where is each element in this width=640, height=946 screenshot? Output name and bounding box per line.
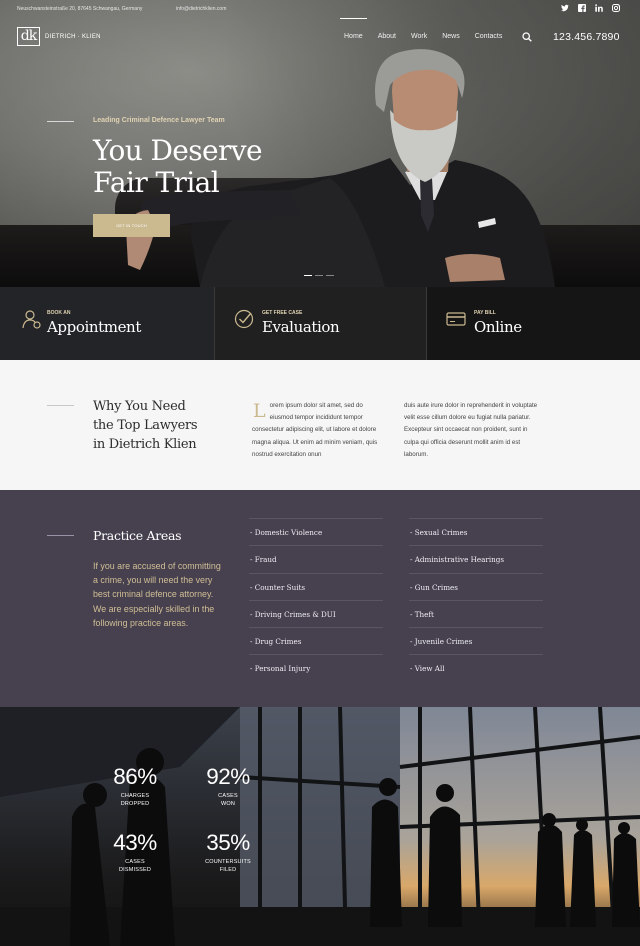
pay-big: Online: [474, 318, 522, 336]
why-title-line-1: Why You Need: [93, 399, 186, 414]
practice-item[interactable]: - Fraud: [249, 545, 383, 572]
top-info-bar: Neuschwansteinstraße 20, 87645 Schwangau…: [0, 0, 640, 18]
check-circle-icon: [234, 309, 254, 329]
nav-item-contacts[interactable]: Contacts: [475, 33, 503, 40]
hero-kicker: Leading Criminal Defence Lawyer Team: [93, 117, 225, 124]
stat-number: 35%: [206, 830, 250, 855]
linkedin-icon[interactable]: [595, 4, 603, 12]
site-logo[interactable]: dk DIETRICH · KLIEN: [17, 27, 101, 46]
search-icon[interactable]: [522, 32, 532, 42]
address-text: Neuschwansteinstraße 20, 87645 Schwangau…: [17, 6, 143, 12]
main-nav: Home About Work News Contacts: [340, 18, 517, 40]
practice-item[interactable]: - Counter Suits: [249, 572, 383, 600]
instagram-icon[interactable]: [612, 4, 620, 12]
nav-item-news[interactable]: News: [442, 33, 460, 40]
nav-item-about[interactable]: About: [378, 33, 396, 40]
office-background-image: [0, 707, 640, 946]
view-all-link[interactable]: - View All: [409, 654, 543, 681]
practice-item[interactable]: - Sexual Crimes: [409, 518, 543, 545]
why-section: Why You Need the Top Lawyers in Dietrich…: [0, 360, 640, 490]
stat-label: CASES WON: [193, 793, 263, 808]
hero-divider: [47, 121, 74, 122]
why-text-col-1: Lorem ipsum dolor sit amet, sed do eiusm…: [252, 400, 382, 461]
practice-item[interactable]: - Theft: [409, 599, 543, 627]
practice-description: If you are accused of committing a crime…: [93, 561, 221, 628]
stat-label-line-1: COUNTERSUITS: [205, 859, 251, 865]
email-link[interactable]: info@dietrichklien.com: [176, 6, 226, 12]
services-bar: BOOK AN Appointment GET FREE CASE Evalua…: [0, 287, 640, 360]
evaluation-card[interactable]: GET FREE CASE Evaluation: [214, 287, 426, 360]
stat-label: CASES DISMISSED: [100, 859, 170, 874]
practice-item[interactable]: - Administrative Hearings: [409, 545, 543, 572]
drop-cap: L: [253, 400, 266, 422]
stat-label-line-2: DROPPED: [120, 800, 150, 807]
phone-number[interactable]: 123.456.7890: [553, 31, 620, 43]
facebook-icon[interactable]: [578, 4, 586, 12]
hero-title-line-1: You Deserve: [93, 134, 263, 167]
practice-item[interactable]: - Juvenile Crimes: [409, 627, 543, 654]
stat-label-line-2: FILED: [219, 866, 237, 873]
stat-cases-dismissed: 43% CASES DISMISSED: [100, 830, 170, 874]
hero-title-line-2: Fair Trial: [93, 166, 220, 199]
stat-countersuits-filed: 35% COUNTERSUITS FILED: [193, 830, 263, 874]
stat-label: COUNTERSUITS FILED: [193, 859, 263, 874]
appointment-card[interactable]: BOOK AN Appointment: [0, 287, 214, 360]
practice-title: Practice Areas: [93, 528, 182, 543]
social-links: [561, 4, 620, 12]
stat-label-line-2: DISMISSED: [118, 866, 152, 873]
slider-dot-2[interactable]: [315, 275, 323, 276]
practice-item[interactable]: - Driving Crimes & DUI: [249, 599, 383, 627]
why-text-1: orem ipsum dolor sit amet, sed do eiusmo…: [252, 402, 378, 458]
practice-item[interactable]: - Personal Injury: [249, 654, 383, 681]
hero-section: Neuschwansteinstraße 20, 87645 Schwangau…: [0, 0, 640, 287]
twitter-icon[interactable]: [561, 4, 569, 12]
why-title-line-3: in Dietrich Klien: [93, 437, 197, 452]
stat-cases-won: 92% CASES WON: [193, 764, 263, 808]
slider-dot-3[interactable]: [326, 275, 334, 276]
stat-number: 86%: [113, 764, 157, 789]
why-divider: [47, 405, 74, 406]
slider-dots: [304, 275, 334, 276]
logo-name: DIETRICH · KLIEN: [45, 33, 101, 40]
nav-item-home[interactable]: Home: [340, 18, 367, 40]
person-icon: [22, 310, 41, 329]
stat-charges-dropped: 86% CHARGES DROPPED: [100, 764, 170, 808]
evaluation-small: GET FREE CASE: [262, 310, 303, 316]
stat-number: 92%: [206, 764, 250, 789]
appointment-big: Appointment: [47, 318, 141, 336]
practice-item[interactable]: - Gun Crimes: [409, 572, 543, 600]
nav-item-work[interactable]: Work: [411, 33, 427, 40]
hero-title: You Deserve Fair Trial: [93, 134, 263, 199]
stat-label-line-2: WON: [220, 800, 236, 807]
stat-label-line-1: CASES: [125, 859, 145, 865]
appointment-small: BOOK AN: [47, 310, 71, 316]
why-text-col-2: duis aute irure dolor in reprehenderit i…: [404, 402, 538, 458]
evaluation-big: Evaluation: [262, 318, 340, 336]
pay-online-card[interactable]: PAY BILL Online: [426, 287, 640, 360]
practice-item[interactable]: - Domestic Violence: [249, 518, 383, 545]
stat-number: 43%: [113, 830, 157, 855]
stats-section: 86% CHARGES DROPPED 92% CASES WON 43% CA…: [0, 707, 640, 946]
stat-label: CHARGES DROPPED: [100, 793, 170, 808]
credit-card-icon: [446, 312, 466, 326]
pay-small: PAY BILL: [474, 310, 496, 316]
practice-list-2: - Sexual Crimes - Administrative Hearing…: [409, 518, 543, 682]
logo-mark: dk: [17, 27, 40, 46]
get-in-touch-button[interactable]: GET IN TOUCH: [93, 214, 170, 237]
practice-areas-section: Practice Areas If you are accused of com…: [0, 490, 640, 707]
practice-item[interactable]: - Drug Crimes: [249, 627, 383, 654]
why-title-line-2: the Top Lawyers: [93, 418, 198, 433]
stat-label-line-1: CASES: [218, 793, 238, 799]
practice-divider: [47, 535, 74, 536]
practice-list-1: - Domestic Violence - Fraud - Counter Su…: [249, 518, 383, 682]
slider-dot-1[interactable]: [304, 275, 312, 276]
stat-label-line-1: CHARGES: [120, 793, 150, 799]
why-title: Why You Need the Top Lawyers in Dietrich…: [93, 397, 198, 454]
